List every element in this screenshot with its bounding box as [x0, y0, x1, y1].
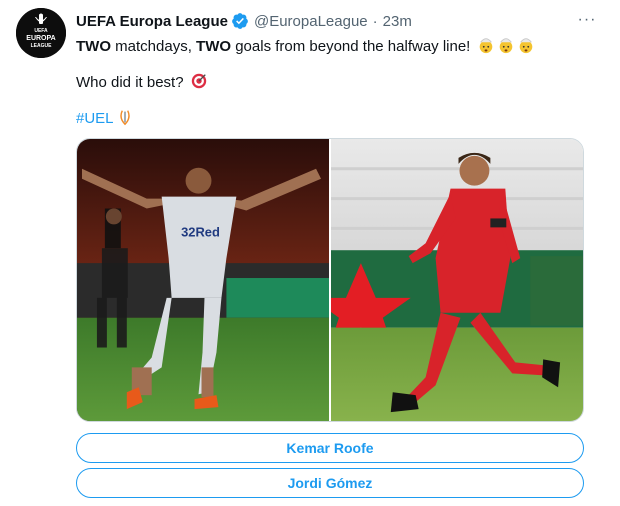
account-name[interactable]: UEFA Europa League	[76, 13, 228, 30]
player-celebrating-photo: 32Red	[77, 139, 329, 421]
text-part: matchdays,	[111, 38, 197, 55]
avatar-logo-text: EUROPA	[26, 35, 55, 42]
exploding-head-emoji-icon	[499, 38, 512, 54]
bold-two-2: TWO	[196, 38, 232, 55]
avatar-logo-text: UEFA	[34, 28, 48, 34]
shirt-sponsor-text: 32Red	[181, 224, 220, 239]
exploding-head-emoji-icon	[519, 38, 532, 54]
tweet-text-line-2: Who did it best?	[76, 72, 596, 93]
avatar-logo-text: LEAGUE	[31, 43, 53, 49]
europa-league-logo: UEFA EUROPA LEAGUE	[16, 8, 66, 58]
bold-two-1: TWO	[76, 38, 111, 55]
poll-option-2[interactable]: Jordi Gómez	[76, 468, 584, 498]
tweet-header: UEFA Europa League @EuropaLeague · 23m	[76, 10, 412, 32]
europa-trophy-emoji-icon	[119, 110, 130, 126]
target-emoji-icon	[191, 73, 206, 89]
tweet-media[interactable]: 32Red	[76, 138, 584, 422]
tweet: UEFA EUROPA LEAGUE UEFA Europa League @E…	[0, 0, 620, 506]
exploding-head-emoji-icon	[479, 38, 492, 54]
poll-option-1[interactable]: Kemar Roofe	[76, 433, 584, 463]
separator-dot: ·	[372, 12, 378, 30]
player-running-photo	[331, 139, 583, 421]
hashtag-link[interactable]: #UEL	[76, 110, 114, 127]
account-handle[interactable]: @EuropaLeague	[254, 13, 368, 30]
text-part: goals from beyond the halfway line!	[231, 38, 475, 55]
more-options-icon[interactable]: ···	[576, 10, 598, 30]
question-text: Who did it best?	[76, 74, 188, 91]
timestamp[interactable]: 23m	[383, 13, 412, 30]
verified-badge-icon	[232, 13, 248, 29]
tweet-text-line-1: TWO matchdays, TWO goals from beyond the…	[76, 36, 596, 57]
photo-left[interactable]: 32Red	[77, 139, 329, 421]
tweet-text-line-3: #UEL	[76, 108, 596, 129]
photo-right[interactable]	[331, 139, 583, 421]
avatar[interactable]: UEFA EUROPA LEAGUE	[16, 8, 66, 58]
